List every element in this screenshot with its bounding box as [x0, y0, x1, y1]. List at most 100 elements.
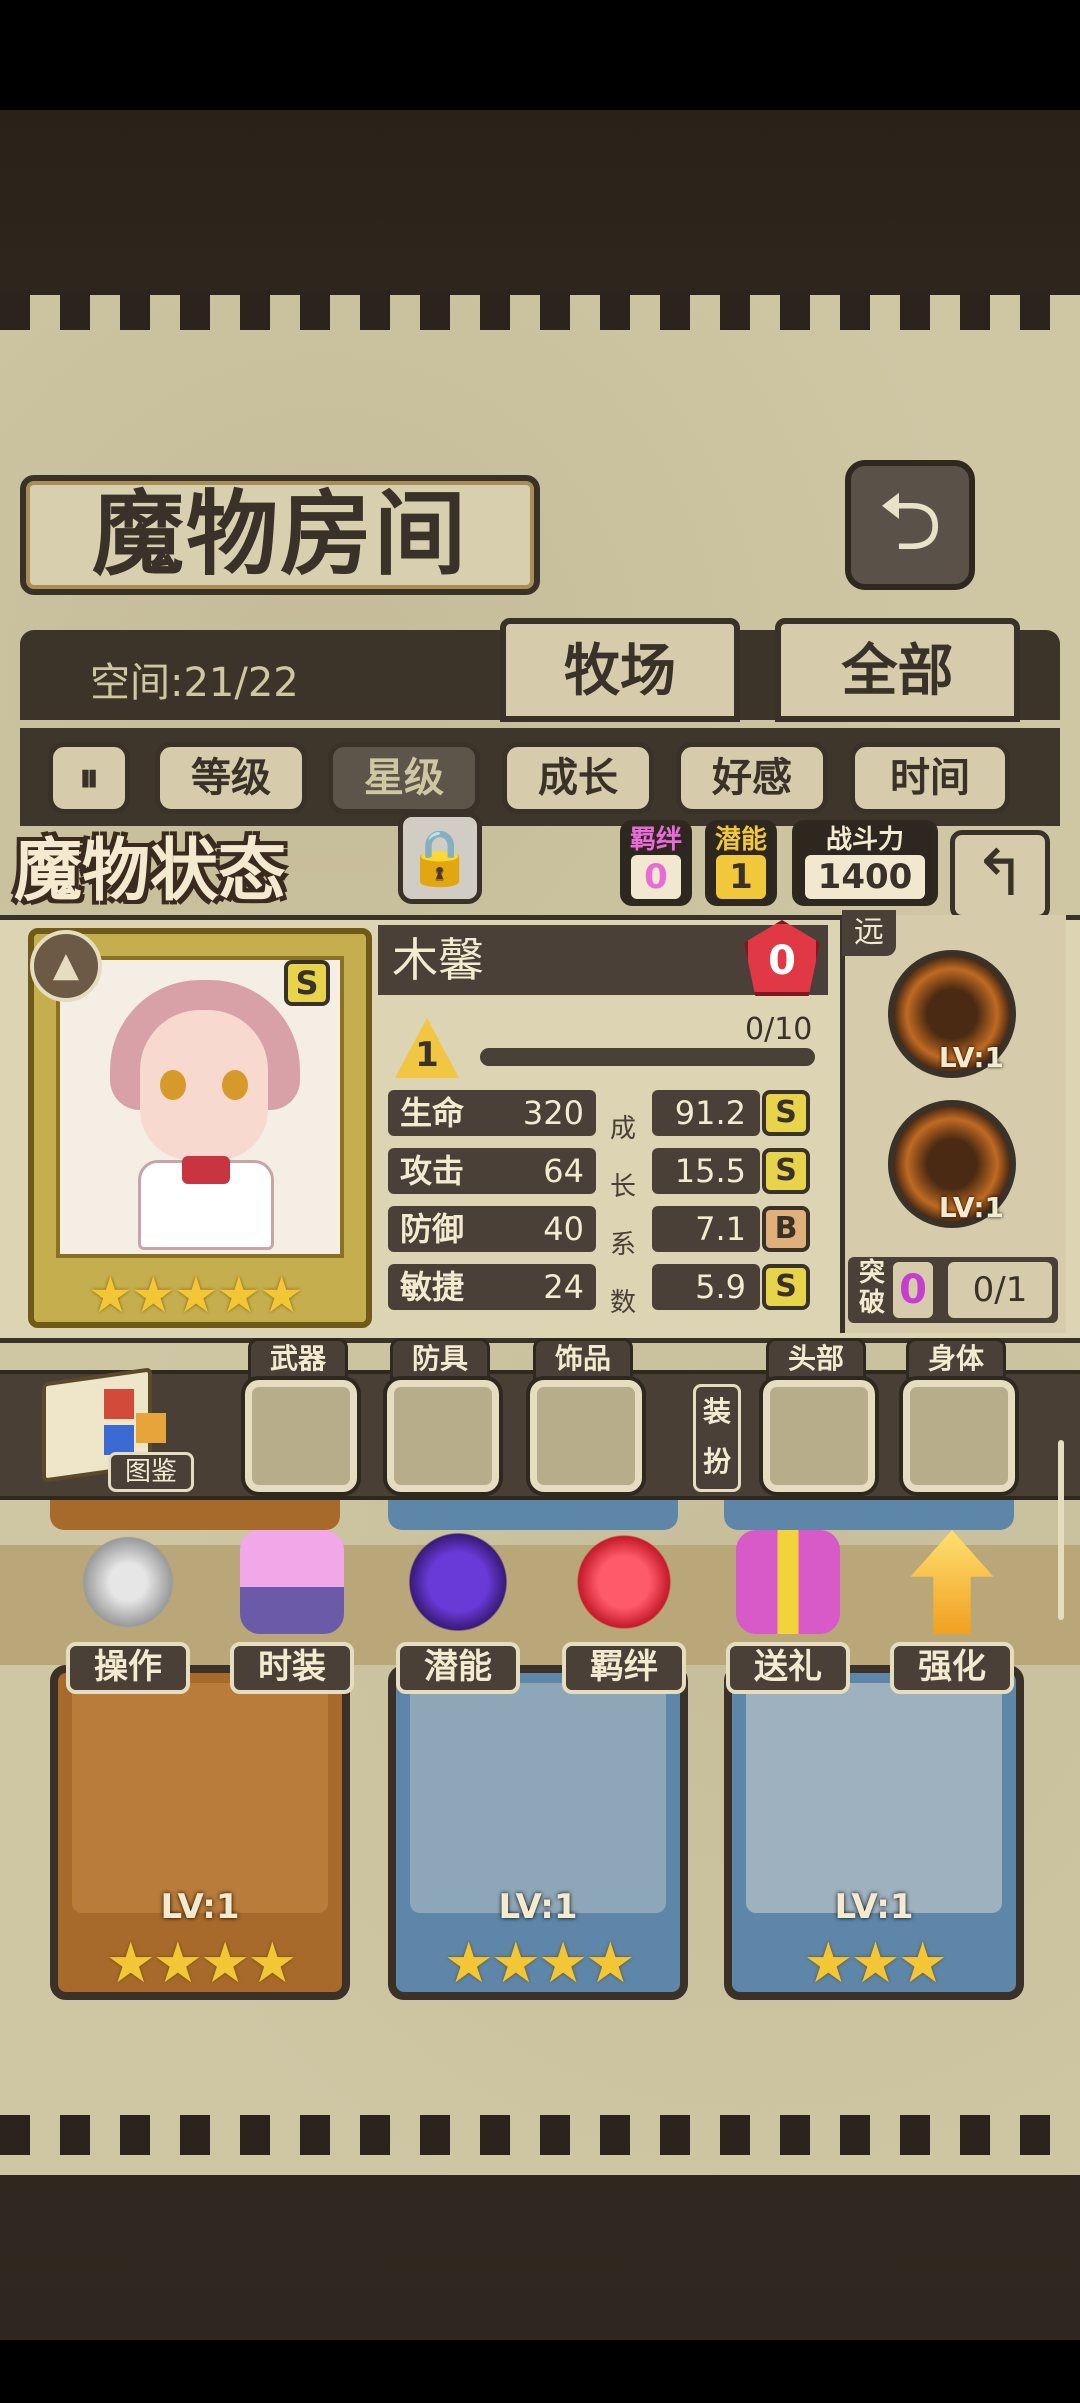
- armor-slot[interactable]: [387, 1380, 499, 1492]
- scrollbar[interactable]: [1058, 1440, 1064, 1620]
- body-slot[interactable]: [903, 1380, 1015, 1492]
- potential-label: 潜能: [396, 1642, 520, 1694]
- bottom-black-band: [0, 2340, 1080, 2403]
- space-counter: 空间:21/22: [90, 660, 299, 706]
- monster-card[interactable]: LV:1 ★★★: [724, 1665, 1024, 2000]
- back-arrow-icon: ⮌: [877, 475, 943, 568]
- monster-card[interactable]: LV:1 ★★★★: [388, 1665, 688, 2000]
- potential-box: 潜能 1: [705, 820, 777, 906]
- hearts-icon: [572, 1530, 676, 1634]
- growth-char: 数: [609, 1288, 636, 1318]
- portrait-stars: ★★★★★: [88, 1266, 304, 1324]
- portrait-eye: [160, 1070, 186, 1100]
- skill-slot[interactable]: LV:1: [888, 1100, 1016, 1228]
- gift-button[interactable]: 送礼: [722, 1530, 852, 1700]
- enhance-button[interactable]: 强化: [886, 1530, 1016, 1700]
- enhance-label: 强化: [890, 1642, 1014, 1694]
- tab-all[interactable]: 全部: [775, 618, 1020, 722]
- breakthrough-value: 0: [893, 1262, 933, 1318]
- card-level: LV:1: [160, 1887, 240, 1927]
- operate-button[interactable]: 操作: [62, 1530, 192, 1700]
- stat-label: 防御: [400, 1210, 465, 1248]
- sort-affection-button[interactable]: 好感: [676, 742, 828, 814]
- page-title: 魔物房间: [20, 475, 540, 595]
- armor-slot-label: 防具: [390, 1338, 490, 1380]
- sort-time-button[interactable]: 时间: [850, 742, 1010, 814]
- card-top-edge: [388, 1500, 678, 1530]
- lock-button[interactable]: 🔒: [398, 812, 482, 904]
- growth-char: 长: [609, 1172, 636, 1202]
- growth-coefficient-label: 成 长 系 数: [608, 1100, 638, 1332]
- stat-agility: 敏捷 24: [388, 1264, 596, 1310]
- growth-hp: 91.2: [652, 1090, 760, 1136]
- portrait-bow: [182, 1156, 230, 1184]
- breakthrough-count: 0/1: [948, 1262, 1052, 1318]
- costume-label: 时装: [230, 1642, 354, 1694]
- accessory-slot[interactable]: [530, 1380, 642, 1492]
- book-color-block: [104, 1425, 134, 1455]
- top-black-band: [0, 0, 1080, 110]
- xp-text: 0/10: [745, 1012, 813, 1047]
- shadow-spirit-icon: [406, 1530, 510, 1634]
- monster-card-art: [72, 1683, 328, 1913]
- bottom-zigzag-border: [0, 2115, 1080, 2155]
- portrait-eye: [222, 1070, 248, 1100]
- growth-agility: 5.9: [652, 1264, 760, 1310]
- book-color-block: [136, 1413, 166, 1443]
- gift-label: 送礼: [726, 1642, 850, 1694]
- stat-value: 40: [543, 1210, 584, 1248]
- skill-slot[interactable]: LV:1: [888, 950, 1016, 1078]
- costume-button[interactable]: 时装: [226, 1530, 356, 1700]
- breakthrough-label: 突破: [858, 1258, 885, 1318]
- card-stars: ★★★★: [443, 1931, 636, 1996]
- stat-defense: 防御 40: [388, 1206, 596, 1252]
- encyclopedia-label: 图鉴: [108, 1452, 194, 1492]
- mountain-type-icon: ▲: [30, 930, 102, 1002]
- weapon-slot-label: 武器: [248, 1338, 348, 1380]
- head-slot-label: 头部: [766, 1338, 866, 1380]
- book-color-block: [104, 1389, 134, 1419]
- pause-icon: ⏸: [79, 755, 99, 801]
- sort-star-button[interactable]: 星级: [328, 742, 480, 814]
- potential-value: 1: [716, 855, 766, 899]
- dress-up-label: 装扮: [693, 1384, 741, 1492]
- stat-value: 24: [543, 1268, 584, 1306]
- bond-button[interactable]: 羁绊: [558, 1530, 688, 1700]
- close-status-button[interactable]: ↰: [950, 830, 1050, 920]
- power-box: 战斗力 1400: [792, 820, 938, 906]
- sort-order-toggle[interactable]: ⏸: [48, 742, 130, 814]
- stat-value: 320: [522, 1094, 584, 1132]
- head-slot[interactable]: [763, 1380, 875, 1492]
- stat-label: 生命: [400, 1094, 465, 1132]
- tab-ranch[interactable]: 牧场: [500, 618, 740, 722]
- monster-card-art: [746, 1683, 1002, 1913]
- padlock-icon: 🔒: [406, 826, 474, 889]
- sort-growth-button[interactable]: 成长: [502, 742, 654, 814]
- sort-level-button[interactable]: 等级: [155, 742, 307, 814]
- stat-label: 攻击: [400, 1152, 465, 1190]
- card-top-edge: [724, 1500, 1014, 1530]
- back-button[interactable]: ⮌: [845, 460, 975, 590]
- growth-char: 成: [609, 1114, 636, 1144]
- rank-badge: S: [284, 960, 330, 1006]
- operate-label: 操作: [66, 1642, 190, 1694]
- stat-hp: 生命 320: [388, 1090, 596, 1136]
- potential-button[interactable]: 潜能: [392, 1530, 522, 1700]
- growth-attack: 15.5: [652, 1148, 760, 1194]
- clothes-icon: [240, 1530, 344, 1634]
- card-level: LV:1: [498, 1887, 578, 1927]
- gear-icon: [76, 1530, 180, 1634]
- monster-card[interactable]: LV:1 ★★★★: [50, 1665, 350, 2000]
- potential-label: 潜能: [714, 825, 767, 855]
- bond-label: 羁绊: [562, 1642, 686, 1694]
- range-tag: 远: [842, 910, 896, 956]
- weapon-slot[interactable]: [245, 1380, 357, 1492]
- bond-value: 0: [631, 855, 681, 899]
- monster-card-art: [410, 1683, 666, 1913]
- card-stars: ★★★★: [105, 1931, 298, 1996]
- skill-level: LV:1: [938, 1191, 1004, 1224]
- card-stars: ★★★: [803, 1931, 948, 1996]
- power-label: 战斗力: [825, 825, 904, 855]
- stat-value: 64: [543, 1152, 584, 1190]
- growth-char: 系: [609, 1230, 636, 1260]
